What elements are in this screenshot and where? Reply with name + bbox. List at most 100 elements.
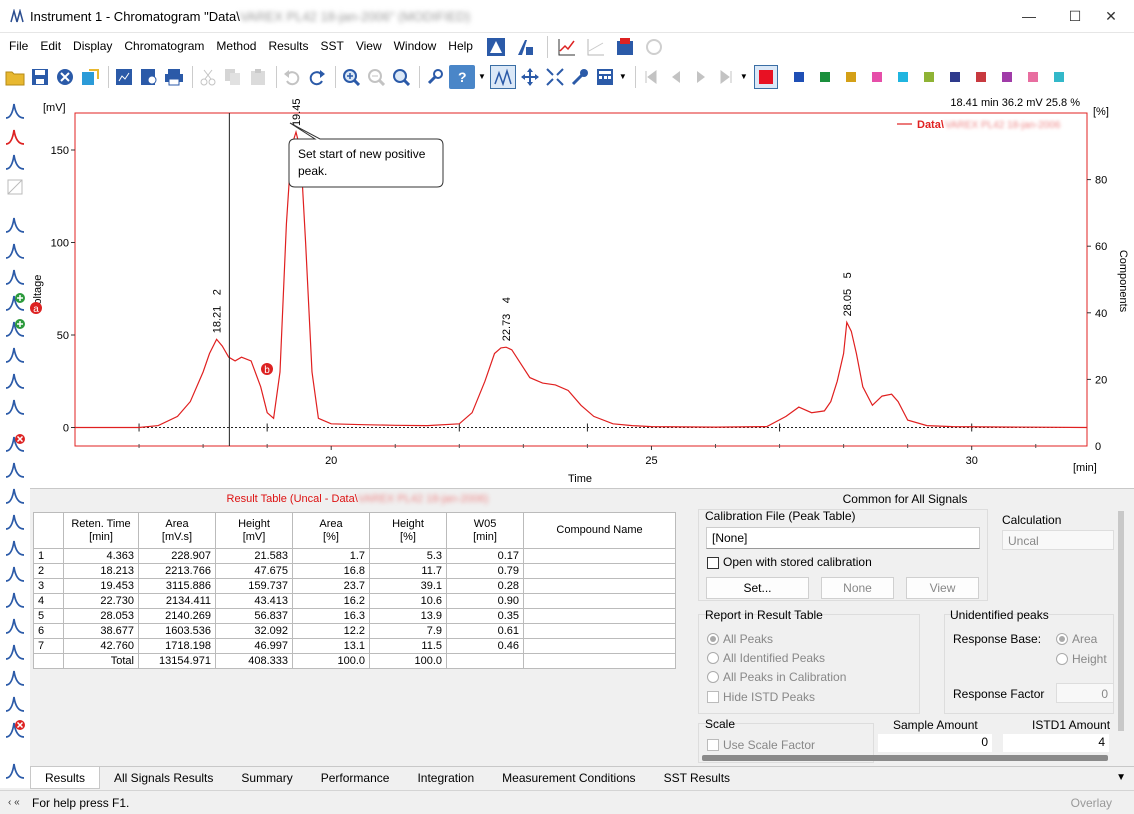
nav-dropdown-icon[interactable]: ▼ [740, 72, 748, 81]
rear-tangent-icon[interactable] [4, 510, 26, 532]
column-header[interactable]: Area [mV.s] [138, 512, 216, 549]
tab-sst-results[interactable]: SST Results [650, 767, 744, 789]
column-header[interactable]: Reten. Time [min] [63, 512, 139, 549]
front-tangent-icon[interactable] [4, 484, 26, 506]
menu-sst[interactable]: SST [314, 33, 349, 60]
menu-display[interactable]: Display [67, 33, 118, 60]
open-stored-checkbox[interactable] [707, 557, 719, 569]
baseline-icon[interactable] [4, 562, 26, 584]
table-row[interactable]: 3 19.453 3115.886 159.737 23.7 39.1 0.28 [33, 578, 676, 594]
manual-icon[interactable] [4, 759, 26, 781]
table-row[interactable]: 2 18.213 2213.766 47.675 16.8 11.7 0.79 [33, 563, 676, 579]
menu-results[interactable]: Results [262, 33, 314, 60]
color-swatch-8[interactable] [949, 71, 960, 82]
forced-icon[interactable] [4, 666, 26, 688]
n-peak-icon[interactable] [4, 343, 26, 365]
settings-wrench-icon[interactable] [424, 65, 446, 89]
peak-start-icon[interactable] [4, 213, 26, 235]
menu-method[interactable]: Method [210, 33, 262, 60]
split-peak-icon[interactable] [4, 125, 26, 147]
column-header[interactable]: W05 [min] [446, 512, 524, 549]
column-header[interactable]: Height [%] [369, 512, 447, 549]
result-table[interactable]: Reten. Time [min] Area [mV.s] Height [mV] Area… [33, 512, 676, 669]
open-folder-icon[interactable] [4, 65, 26, 89]
color-swatch-6[interactable] [897, 71, 908, 82]
calc-dropdown-icon[interactable]: ▼ [619, 72, 627, 81]
peak-end-icon[interactable] [4, 239, 26, 261]
color-swatch-11[interactable] [1027, 71, 1038, 82]
shift-icon[interactable] [4, 588, 26, 610]
color-swatch-9[interactable] [975, 71, 986, 82]
tab-all-signals[interactable]: All Signals Results [100, 767, 227, 789]
print-icon[interactable] [163, 65, 185, 89]
sd-icon[interactable] [4, 692, 26, 714]
calibration-file-input[interactable]: [None] [706, 527, 980, 549]
color-swatch-4[interactable] [845, 71, 856, 82]
menu-view[interactable]: View [350, 33, 388, 60]
sample-amount-input[interactable]: 0 [878, 734, 992, 752]
add-negative-peak-icon[interactable] [4, 317, 26, 339]
instrument-icon[interactable] [485, 36, 507, 58]
column-header[interactable]: Height [mV] [215, 512, 293, 549]
menu-help[interactable]: Help [442, 33, 479, 60]
g-peak-icon[interactable] [4, 395, 26, 417]
column-header[interactable]: Compound Name [523, 512, 676, 549]
zoom-fit-icon[interactable] [390, 65, 412, 89]
set-button[interactable]: Set... [706, 577, 809, 599]
print-preview-icon[interactable] [138, 65, 160, 89]
double-peak-icon[interactable] [4, 265, 26, 287]
save-icon[interactable] [29, 65, 51, 89]
column-header[interactable]: Area [%] [292, 512, 370, 549]
tab-summary[interactable]: Summary [227, 767, 306, 789]
help-dropdown-icon[interactable]: ▼ [478, 72, 486, 81]
skim-icon[interactable] [4, 536, 26, 558]
move-icon[interactable] [519, 65, 541, 89]
calibration-icon[interactable] [614, 36, 636, 58]
lock-icon[interactable] [4, 614, 26, 636]
menu-edit[interactable]: Edit [34, 33, 67, 60]
tabs-dropdown-icon[interactable]: ▼ [1116, 772, 1126, 783]
table-row[interactable]: 6 38.677 1603.536 32.092 12.2 7.9 0.61 [33, 623, 676, 639]
help-pointer-icon[interactable]: ? [449, 64, 475, 89]
tab-results[interactable]: Results [30, 767, 101, 789]
menu-chromatogram[interactable]: Chromatogram [118, 33, 210, 60]
color-swatch-3[interactable] [819, 71, 830, 82]
vertical-scrollbar[interactable] [1118, 511, 1124, 731]
table-row[interactable]: 1 4.363 228.907 21.583 1.7 5.3 0.17 [33, 548, 676, 564]
horizontal-scrollbar[interactable] [702, 755, 1108, 761]
delete-peak-icon[interactable] [4, 432, 26, 454]
minimize-icon[interactable]: — [1006, 0, 1052, 32]
color-swatch-5[interactable] [871, 71, 882, 82]
negative-peak-icon[interactable] [4, 640, 26, 662]
istd-amount-input[interactable]: 4 [1003, 734, 1109, 752]
peak-mode-icon[interactable] [489, 64, 516, 89]
tangent-icon[interactable] [4, 458, 26, 480]
menu-file[interactable]: File [3, 33, 34, 60]
chart-icon[interactable] [556, 36, 578, 58]
menu-window[interactable]: Window [388, 33, 443, 60]
table-row[interactable]: 4 22.730 2134.411 43.413 16.2 10.6 0.90 [33, 593, 676, 609]
close-icon[interactable]: ✕ [1088, 0, 1134, 32]
s-peak-icon[interactable] [4, 369, 26, 391]
fit-all-icon[interactable] [544, 65, 566, 89]
add-positive-peak-icon[interactable] [4, 291, 26, 313]
report-icon[interactable] [113, 65, 135, 89]
expand-icon[interactable]: ‹ « [8, 797, 20, 808]
color-swatch-7[interactable] [923, 71, 934, 82]
close-file-icon[interactable] [54, 65, 76, 89]
redo-icon[interactable] [306, 65, 328, 89]
chromatogram-chart[interactable]: [mV] [%] [min] Time Voltage Components 18.41 m… [30, 93, 1134, 488]
color-swatch-10[interactable] [1001, 71, 1012, 82]
color-swatch-2[interactable] [793, 71, 804, 82]
table-row[interactable]: Total 13154.971 408.333 100.0 100.0 [33, 653, 676, 669]
export-icon[interactable] [79, 65, 101, 89]
method-icon[interactable] [514, 36, 536, 58]
active-color-swatch[interactable] [753, 64, 778, 89]
tab-integration[interactable]: Integration [403, 767, 488, 789]
chart-svg[interactable]: [mV] [%][min]TimeVoltage Components18.41 m… [30, 93, 1134, 488]
column-header[interactable] [33, 512, 64, 549]
clear-icon[interactable] [4, 718, 26, 740]
table-row[interactable]: 5 28.053 2140.269 56.837 16.3 13.9 0.35 [33, 608, 676, 624]
integrate-icon[interactable] [4, 99, 26, 121]
tab-performance[interactable]: Performance [307, 767, 404, 789]
